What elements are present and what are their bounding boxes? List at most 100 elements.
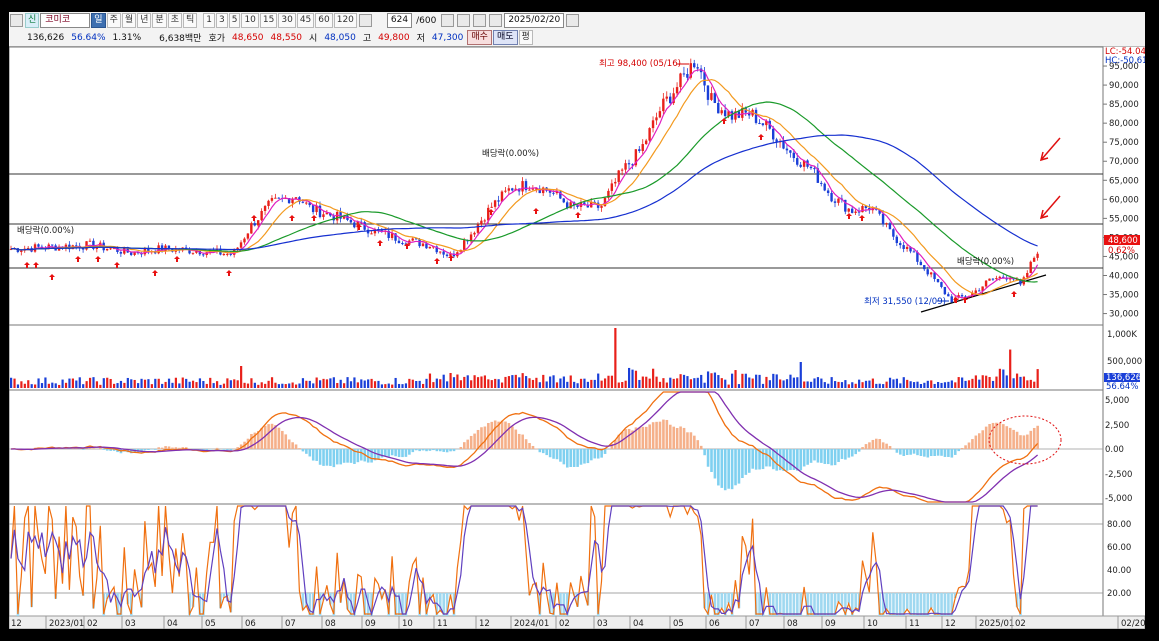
dividend-label: 배당락(0.00%)	[482, 148, 539, 159]
volume-bar	[765, 376, 768, 388]
volume-bar	[339, 379, 342, 388]
macd-oscillator-bar	[349, 449, 353, 463]
candle-body	[929, 272, 933, 275]
macd-oscillator-bar	[679, 426, 682, 449]
volume-bar	[864, 380, 868, 388]
candle-body	[226, 253, 229, 255]
volume-bar	[988, 377, 991, 388]
candle-body	[390, 233, 394, 239]
x-tick-label: 02	[559, 619, 570, 629]
volume-bar	[768, 380, 771, 388]
candle-body	[487, 207, 490, 221]
macd-oscillator-bar	[957, 449, 960, 452]
volume-bar	[360, 379, 363, 388]
candle-body	[720, 110, 723, 114]
macd-oscillator-bar	[703, 449, 706, 456]
macd-oscillator-bar	[1019, 435, 1022, 449]
macd-oscillator-bar	[432, 449, 435, 451]
candle-body	[675, 87, 679, 94]
volume-bar	[490, 380, 493, 388]
y-tick-label: 20.00	[1107, 589, 1131, 599]
volume-bar	[854, 383, 857, 388]
volume-bar	[40, 383, 44, 388]
volume-bar	[961, 377, 964, 388]
candle-body	[796, 158, 799, 165]
volume-bar	[888, 377, 892, 388]
volume-bar	[75, 380, 78, 388]
volume-bar	[137, 383, 140, 388]
macd-oscillator-bar	[696, 440, 700, 449]
dividend-label: 배당락(0.00%)	[17, 225, 74, 236]
candle-body	[311, 205, 315, 213]
volume-bar	[744, 373, 747, 388]
macd-oscillator-bar	[974, 435, 978, 449]
macd-oscillator-bar	[936, 449, 940, 456]
volume-bar	[957, 377, 960, 388]
candle-body	[713, 93, 717, 104]
candle-body	[693, 63, 696, 68]
macd-oscillator-bar	[449, 449, 452, 452]
volume-bar	[579, 378, 583, 388]
macd-oscillator-bar	[967, 442, 971, 449]
volume-bar	[397, 383, 401, 388]
candle-body	[270, 198, 274, 201]
candle-body	[51, 244, 54, 246]
volume-bar	[806, 381, 809, 388]
oversold-fill	[885, 593, 888, 610]
candle-body	[191, 252, 195, 254]
candle-body	[490, 206, 493, 208]
y-tick-label: 40,000	[1109, 271, 1139, 281]
macd-oscillator-bar	[541, 449, 545, 454]
macd-oscillator-bar	[741, 449, 744, 479]
y-tick-label: 90,000	[1109, 81, 1139, 91]
volume-bar	[840, 382, 844, 388]
candle-body	[850, 208, 854, 213]
macd-oscillator-bar	[342, 449, 346, 463]
macd-oscillator-bar	[830, 449, 833, 466]
macd-oscillator-bar	[590, 449, 593, 461]
volume-bar	[401, 384, 404, 388]
volume-bar	[470, 380, 473, 388]
macd-oscillator-bar	[425, 449, 428, 452]
candle-body	[885, 223, 888, 225]
macd-oscillator-bar	[933, 449, 936, 456]
candle-body	[792, 152, 795, 159]
volume-bar	[772, 373, 775, 388]
high-annotation: 최고 98,400 (05/16)	[599, 58, 681, 69]
volume-bar	[538, 382, 541, 388]
volume-bar	[906, 379, 909, 388]
volume-bar	[305, 380, 308, 388]
candle-body	[789, 150, 792, 153]
candle-body	[504, 190, 507, 192]
macd-oscillator-bar	[905, 449, 909, 455]
oversold-fill	[936, 593, 940, 616]
volume-bar	[143, 379, 147, 388]
candle-body	[651, 120, 655, 129]
volume-bar	[253, 382, 256, 388]
volume-bar	[590, 379, 593, 388]
volume-bar	[583, 378, 586, 388]
macd-oscillator-bar	[720, 449, 724, 488]
macd-oscillator-bar	[418, 449, 421, 452]
volume-bar	[775, 374, 778, 388]
volume-bar	[978, 379, 981, 388]
volume-panel	[9, 324, 1104, 391]
macd-oscillator-bar	[270, 423, 274, 449]
volume-bar	[243, 382, 246, 388]
candle-body	[978, 290, 981, 292]
candle-body	[246, 233, 250, 239]
macd-oscillator-bar	[325, 449, 329, 466]
volume-bar	[720, 378, 723, 388]
chart-canvas[interactable]: 최고 98,400 (05/16) 최저 31,550 (12/09) 배당락(…	[9, 12, 1145, 629]
volume-bar	[329, 378, 332, 388]
oversold-fill	[840, 593, 844, 607]
candle-body	[620, 169, 624, 171]
volume-bar	[435, 378, 438, 388]
volume-bar	[51, 382, 54, 388]
volume-bar	[459, 380, 462, 388]
macd-oscillator-bar	[926, 449, 930, 458]
volume-bar	[943, 382, 947, 388]
y-tick-label: 30,000	[1109, 310, 1139, 320]
macd-oscillator-bar	[717, 449, 720, 486]
candle-body	[129, 252, 133, 255]
